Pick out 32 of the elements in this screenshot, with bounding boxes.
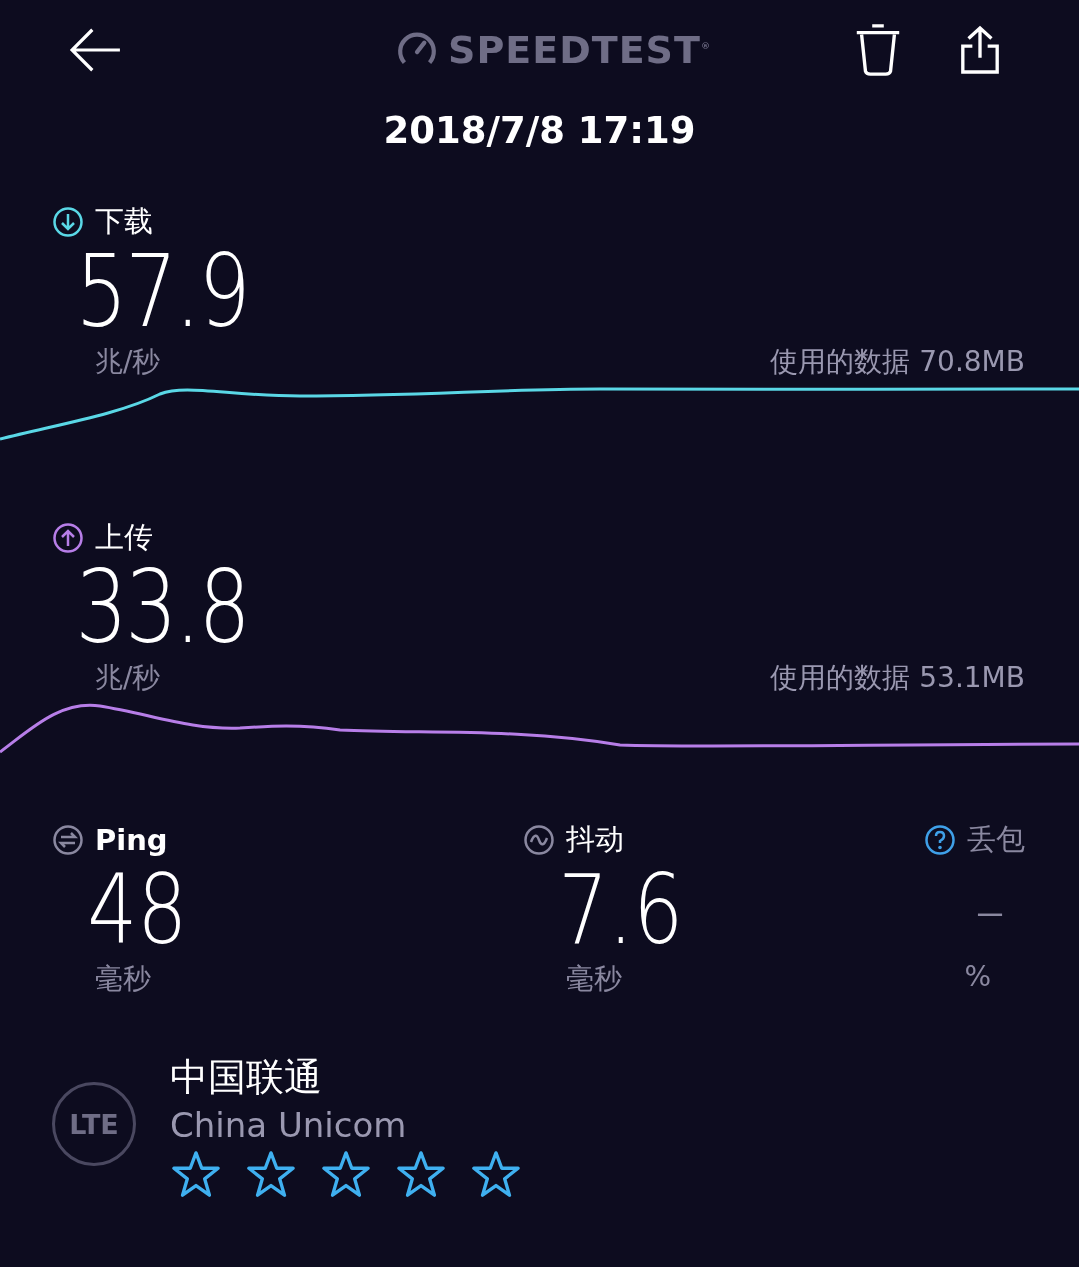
network-badge: LTE: [52, 1082, 136, 1166]
speed-value: 33.8: [74, 558, 250, 658]
stat-unit: 毫秒: [565, 961, 623, 997]
result-label: 下载: [95, 203, 153, 240]
test-date: 2018/7/8 17:19: [382, 108, 697, 154]
stat-label: 丢包: [967, 821, 1025, 858]
share-icon[interactable]: [959, 25, 1001, 75]
star-icon[interactable]: [170, 1150, 222, 1200]
ping-icon: [52, 824, 84, 856]
speed-unit: 兆/秒: [95, 344, 161, 380]
data-used: 使用的数据 53.1MB: [770, 660, 1025, 696]
stat-label: Ping: [95, 823, 168, 857]
speed-unit: 兆/秒: [95, 660, 161, 696]
star-icon[interactable]: [320, 1150, 372, 1200]
wave-icon: [523, 824, 555, 856]
stat-value: 48: [86, 860, 189, 960]
result-label: 上传: [95, 519, 153, 556]
stat-value: 7.6: [557, 860, 685, 960]
stat-label: 抖动: [566, 821, 624, 858]
carrier-name: 中国联通: [170, 1054, 323, 1101]
star-icon[interactable]: [245, 1150, 297, 1200]
star-icon[interactable]: [395, 1150, 447, 1200]
stat-unit: %: [964, 960, 992, 993]
help-icon[interactable]: [924, 824, 956, 856]
star-icon[interactable]: [470, 1150, 522, 1200]
carrier-name-english: China Unicom: [170, 1104, 408, 1147]
stat-unit: 毫秒: [94, 961, 152, 997]
data-used: 使用的数据 70.8MB: [770, 344, 1025, 380]
speed-value: 57.9: [74, 242, 250, 342]
app-logo: SPEEDTEST$^{®}$: [448, 28, 711, 72]
stat-value: –: [974, 874, 1006, 947]
rating-stars[interactable]: [170, 1150, 522, 1200]
